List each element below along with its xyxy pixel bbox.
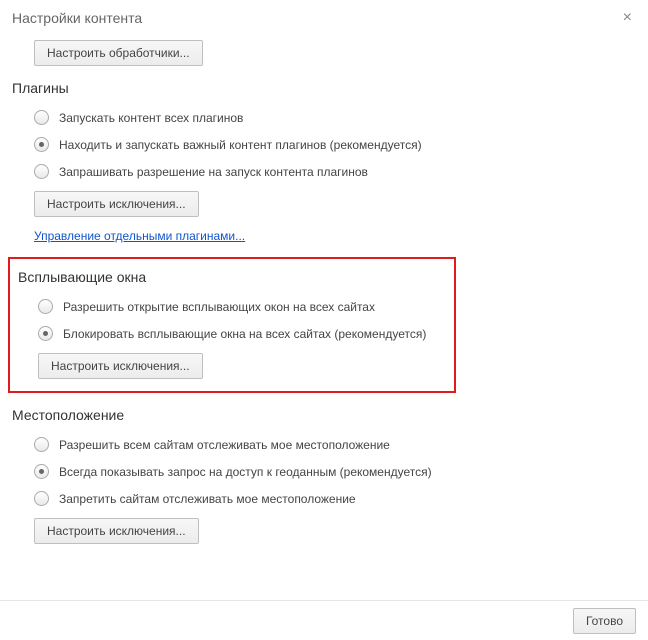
radio-icon — [34, 491, 49, 506]
plugins-option-ask[interactable]: Запрашивать разрешение на запуск контент… — [12, 158, 636, 185]
popups-title: Всплывающие окна — [18, 269, 448, 285]
plugins-option-run-all[interactable]: Запускать контент всех плагинов — [12, 104, 636, 131]
radio-label: Запрашивать разрешение на запуск контент… — [59, 165, 368, 179]
radio-label: Находить и запускать важный контент плаг… — [59, 138, 422, 152]
plugins-exceptions-button[interactable]: Настроить исключения... — [34, 191, 199, 217]
radio-icon — [34, 464, 49, 479]
location-option-block[interactable]: Запретить сайтам отслеживать мое местопо… — [12, 485, 636, 512]
radio-label: Разрешить всем сайтам отслеживать мое ме… — [59, 438, 390, 452]
done-button[interactable]: Готово — [573, 608, 636, 634]
radio-label: Блокировать всплывающие окна на всех сай… — [63, 327, 426, 341]
radio-label: Запретить сайтам отслеживать мое местопо… — [59, 492, 356, 506]
radio-icon — [34, 110, 49, 125]
dialog-title: Настройки контента — [0, 0, 648, 34]
manage-plugins-link[interactable]: Управление отдельными плагинами... — [34, 229, 245, 243]
radio-icon — [34, 164, 49, 179]
location-group: Местоположение Разрешить всем сайтам отс… — [12, 407, 636, 544]
radio-icon — [34, 137, 49, 152]
radio-icon — [38, 299, 53, 314]
dialog-footer: Готово — [0, 600, 648, 640]
plugins-group: Плагины Запускать контент всех плагинов … — [12, 80, 636, 243]
scroll-area[interactable]: Настроить обработчики... Плагины Запуска… — [0, 34, 648, 600]
popups-exceptions-button[interactable]: Настроить исключения... — [38, 353, 203, 379]
location-option-allow[interactable]: Разрешить всем сайтам отслеживать мое ме… — [12, 431, 636, 458]
popups-option-block[interactable]: Блокировать всплывающие окна на всех сай… — [16, 320, 448, 347]
plugins-option-detect-important[interactable]: Находить и запускать важный контент плаг… — [12, 131, 636, 158]
close-icon[interactable]: × — [623, 10, 632, 26]
radio-label: Всегда показывать запрос на доступ к гео… — [59, 465, 432, 479]
radio-label: Разрешить открытие всплывающих окон на в… — [63, 300, 375, 314]
radio-label: Запускать контент всех плагинов — [59, 111, 243, 125]
popups-highlight: Всплывающие окна Разрешить открытие вспл… — [8, 257, 456, 393]
configure-handlers-button[interactable]: Настроить обработчики... — [34, 40, 203, 66]
location-exceptions-button[interactable]: Настроить исключения... — [34, 518, 199, 544]
location-option-ask[interactable]: Всегда показывать запрос на доступ к гео… — [12, 458, 636, 485]
radio-icon — [34, 437, 49, 452]
content-settings-dialog: Настройки контента × Настроить обработчи… — [0, 0, 648, 640]
location-title: Местоположение — [12, 407, 636, 423]
spacer — [12, 544, 636, 600]
radio-icon — [38, 326, 53, 341]
popups-option-allow[interactable]: Разрешить открытие всплывающих окон на в… — [16, 293, 448, 320]
plugins-title: Плагины — [12, 80, 636, 96]
